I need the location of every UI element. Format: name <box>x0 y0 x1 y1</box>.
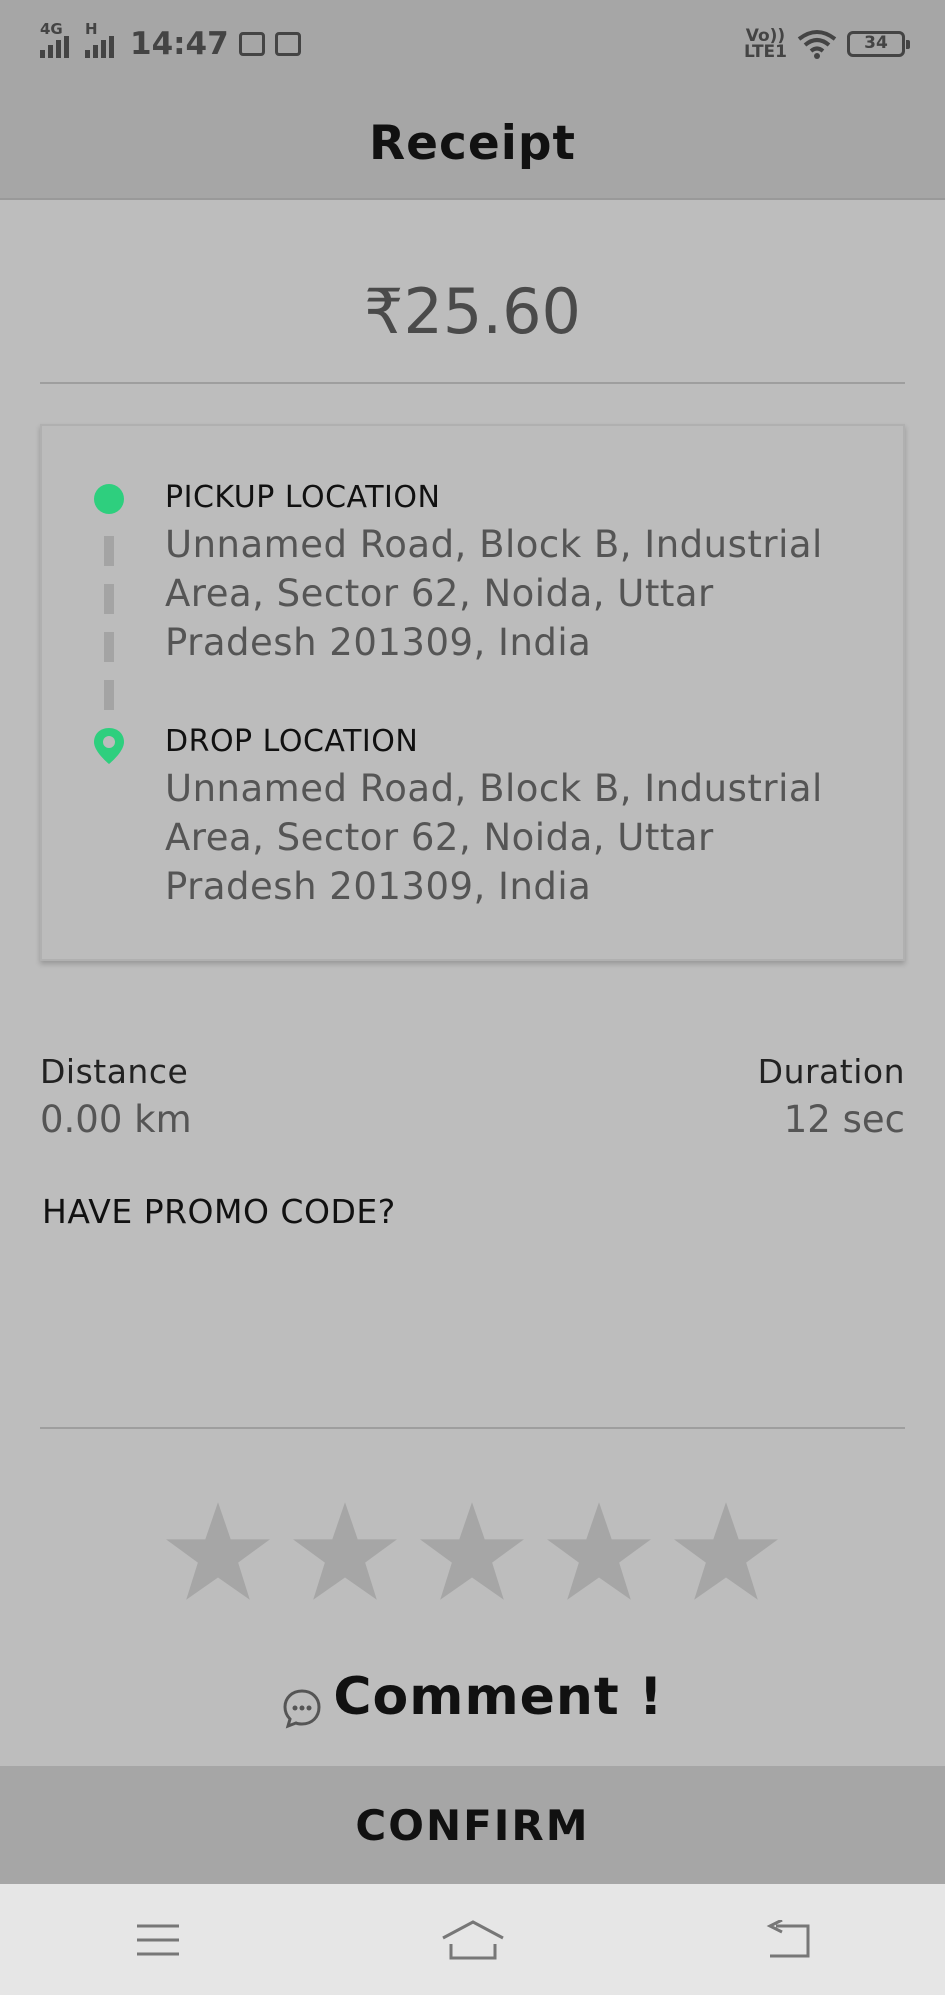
star-1-icon[interactable] <box>165 1500 271 1602</box>
promo-code-link[interactable]: HAVE PROMO CODE? <box>42 1192 396 1231</box>
system-nav-bar <box>0 1884 945 1995</box>
network-type-label: 4G <box>40 20 63 38</box>
signal-h-icon: H <box>85 20 114 58</box>
distance-label: Distance <box>40 1052 189 1091</box>
wifi-icon <box>797 30 837 59</box>
battery-level: 34 <box>864 33 888 53</box>
route-dash <box>104 680 114 710</box>
duration-value: 12 sec <box>783 1098 905 1141</box>
status-bar: 4G H 14:47 Vo)) LTE1 34 <box>0 0 945 88</box>
rating-stars <box>165 1500 779 1602</box>
comment-label: Comment ! <box>333 1667 664 1727</box>
lte-label: LTE1 <box>743 42 787 62</box>
confirm-button[interactable]: CONFIRM <box>0 1766 945 1884</box>
status-left: 4G H 14:47 <box>40 20 301 62</box>
volte-indicator: Vo)) LTE1 <box>743 28 787 62</box>
fare-amount: ₹25.60 <box>364 275 581 348</box>
network-type-label-2: H <box>85 20 98 38</box>
clock: 14:47 <box>130 26 229 62</box>
route-dash <box>104 584 114 614</box>
drop-address: Unnamed Road, Block B, Industrial Area, … <box>165 767 823 908</box>
pickup-address: Unnamed Road, Block B, Industrial Area, … <box>165 523 823 664</box>
star-4-icon[interactable] <box>546 1500 652 1602</box>
home-icon[interactable] <box>433 1910 513 1970</box>
chat-bubble-icon <box>283 1689 321 1729</box>
star-3-icon[interactable] <box>419 1500 525 1602</box>
star-2-icon[interactable] <box>292 1500 398 1602</box>
duration-label: Duration <box>757 1052 905 1091</box>
status-right: Vo)) LTE1 34 <box>743 28 910 62</box>
store-notification-icon <box>274 32 301 56</box>
distance-value: 0.00 km <box>40 1098 192 1141</box>
pickup-dot-icon <box>94 484 124 514</box>
divider <box>40 1427 905 1429</box>
route-dash <box>104 632 114 662</box>
comment-button[interactable]: Comment ! <box>0 1662 945 1732</box>
battery-icon: 34 <box>847 31 910 57</box>
divider <box>40 382 905 384</box>
trip-location-card: PICKUP LOCATION Unnamed Road, Block B, I… <box>40 424 905 961</box>
location-pin-icon <box>94 728 124 764</box>
menu-icon[interactable] <box>118 1910 198 1970</box>
page-title: Receipt <box>368 115 577 171</box>
app-header: Receipt <box>0 88 945 200</box>
pickup-label: PICKUP LOCATION <box>165 480 441 515</box>
star-5-icon[interactable] <box>673 1500 779 1602</box>
mail-notification-icon <box>238 32 265 56</box>
drop-label: DROP LOCATION <box>165 724 419 759</box>
route-dash <box>104 536 114 566</box>
back-icon[interactable] <box>748 1910 828 1970</box>
signal-4g-icon: 4G <box>40 20 69 58</box>
